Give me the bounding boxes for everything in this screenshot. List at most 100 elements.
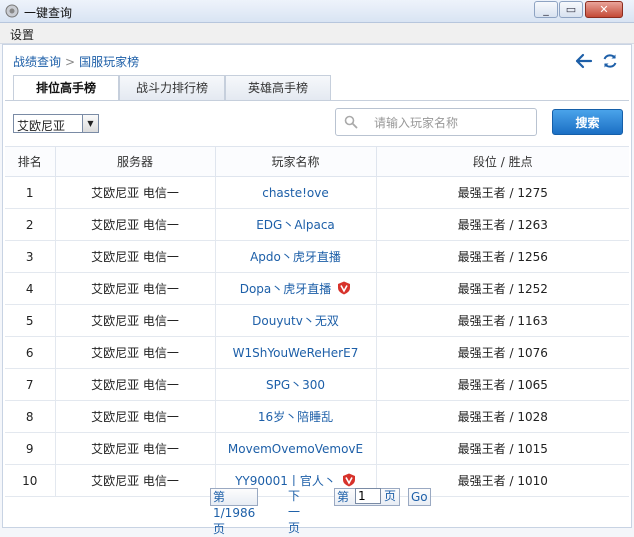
rank-cell-text: 10 bbox=[22, 473, 38, 488]
table-row[interactable]: 8 艾欧尼亚 电信一 16岁丶陪睡乱 最强王者 / 1028 bbox=[5, 400, 629, 433]
rank-cell-text: 9 bbox=[25, 441, 34, 456]
rank-cell: 1 bbox=[5, 176, 56, 209]
rank-cell: 5 bbox=[5, 304, 56, 337]
next-page-link[interactable]: 下一页 bbox=[288, 488, 300, 535]
player-name-cell[interactable]: chaste!ove bbox=[215, 176, 377, 209]
rank-cell-text: 1 bbox=[25, 185, 34, 200]
player-name-cell-text: Apdo丶虎牙直播 bbox=[250, 250, 341, 264]
rank-cell: 4 bbox=[5, 272, 56, 305]
rank-cell: 9 bbox=[5, 432, 56, 465]
rank-cell-text: 4 bbox=[25, 281, 34, 296]
player-name-cell[interactable]: Dopa丶虎牙直播 bbox=[215, 272, 377, 305]
rank-cell: 10 bbox=[5, 464, 56, 497]
table-row[interactable]: 10 艾欧尼亚 电信一 YY90001丨官人丶 最强王者 / 1010 bbox=[5, 464, 629, 497]
player-name-cell-text: SPG丶300 bbox=[265, 378, 326, 392]
server-cell: 艾欧尼亚 电信一 bbox=[55, 336, 216, 369]
server-cell-text: 艾欧尼亚 电信一 bbox=[91, 218, 179, 232]
breadcrumb-parent[interactable]: 战绩查询 bbox=[13, 55, 61, 69]
tier-points-cell-text: 最强王者 / 1252 bbox=[457, 282, 548, 296]
player-name-cell-text: 16岁丶陪睡乱 bbox=[257, 410, 334, 424]
tier-points-cell-text: 最强王者 / 1065 bbox=[457, 378, 548, 392]
menu-bar: 设置 bbox=[0, 23, 634, 44]
title-bar: 一键查询 _ ▭ ✕ bbox=[0, 0, 634, 23]
table-row[interactable]: 7 艾欧尼亚 电信一 SPG丶300 最强王者 / 1065 bbox=[5, 368, 629, 401]
tier-points-cell: 最强王者 / 1256 bbox=[376, 240, 629, 273]
server-cell: 艾欧尼亚 电信一 bbox=[55, 176, 216, 209]
tier-points-cell-text: 最强王者 / 1263 bbox=[457, 218, 548, 232]
player-name-cell-text: Dopa丶虎牙直播 bbox=[239, 282, 332, 296]
back-arrow-icon[interactable] bbox=[575, 53, 593, 69]
maximize-button[interactable]: ▭ bbox=[559, 1, 583, 18]
refresh-icon[interactable] bbox=[602, 53, 618, 69]
search-icon bbox=[344, 115, 358, 129]
tier-points-cell-text: 最强王者 / 1256 bbox=[457, 250, 548, 264]
verified-badge-icon bbox=[338, 281, 351, 295]
player-name-cell[interactable]: W1ShYouWeReHerE7 bbox=[215, 336, 377, 369]
server-cell: 艾欧尼亚 电信一 bbox=[55, 432, 216, 465]
server-cell: 艾欧尼亚 电信一 bbox=[55, 368, 216, 401]
rank-cell-text: 2 bbox=[25, 217, 34, 232]
tab-ranked-masters[interactable]: 排位高手榜 bbox=[13, 75, 119, 101]
table-row[interactable]: 9 艾欧尼亚 电信一 MovemOvemoVemovE 最强王者 / 1015 bbox=[5, 432, 629, 465]
server-cell-text: 艾欧尼亚 电信一 bbox=[91, 250, 179, 264]
player-name-cell-text: Douyutv丶无双 bbox=[252, 314, 339, 328]
minimize-button[interactable]: _ bbox=[534, 1, 558, 18]
player-name-cell[interactable]: 16岁丶陪睡乱 bbox=[215, 400, 377, 433]
header-rank: 排名 bbox=[5, 146, 56, 177]
player-name-cell[interactable]: EDG丶Alpaca bbox=[215, 208, 377, 241]
server-cell-text: 艾欧尼亚 电信一 bbox=[91, 314, 179, 328]
server-cell: 艾欧尼亚 电信一 bbox=[55, 400, 216, 433]
page-number-input[interactable] bbox=[355, 488, 381, 504]
player-name-cell-text: EDG丶Alpaca bbox=[256, 218, 335, 232]
search-button[interactable]: 搜索 bbox=[552, 109, 623, 135]
server-cell: 艾欧尼亚 电信一 bbox=[55, 304, 216, 337]
ranking-table: 排名 服务器 玩家名称 段位 / 胜点 1 艾欧尼亚 电信一 chaste!ove 最… bbox=[5, 146, 629, 497]
page-jump-prefix: 第 bbox=[337, 490, 350, 504]
tab-combat-power[interactable]: 战斗力排行榜 bbox=[119, 75, 225, 100]
player-name-cell-text: MovemOvemoVemovE bbox=[227, 441, 364, 456]
server-cell-text: 艾欧尼亚 电信一 bbox=[91, 282, 179, 296]
tab-divider bbox=[5, 100, 629, 101]
tier-points-cell: 最强王者 / 1252 bbox=[376, 272, 629, 305]
tier-points-cell: 最强王者 / 1076 bbox=[376, 336, 629, 369]
player-name-cell[interactable]: MovemOvemoVemovE bbox=[215, 432, 377, 465]
chevron-down-icon[interactable]: ▼ bbox=[82, 115, 98, 132]
rank-cell-text: 5 bbox=[25, 313, 34, 328]
rank-cell-text: 7 bbox=[25, 377, 34, 392]
main-panel: 战绩查询>国服玩家榜 排位高手榜 战斗力排行榜 英雄高手榜 艾欧尼亚 ▼ 搜索 … bbox=[2, 44, 632, 536]
tier-points-cell: 最强王者 / 1275 bbox=[376, 176, 629, 209]
player-name-cell[interactable]: Apdo丶虎牙直播 bbox=[215, 240, 377, 273]
server-cell-text: 艾欧尼亚 电信一 bbox=[91, 410, 179, 424]
player-name-cell[interactable]: SPG丶300 bbox=[215, 368, 377, 401]
tab-hero-masters[interactable]: 英雄高手榜 bbox=[225, 75, 331, 100]
server-select[interactable]: 艾欧尼亚 ▼ bbox=[13, 114, 99, 133]
close-button[interactable]: ✕ bbox=[585, 1, 623, 18]
table-row[interactable]: 5 艾欧尼亚 电信一 Douyutv丶无双 最强王者 / 1163 bbox=[5, 304, 629, 337]
table-row[interactable]: 2 艾欧尼亚 电信一 EDG丶Alpaca 最强王者 / 1263 bbox=[5, 208, 629, 241]
player-name-cell[interactable]: Douyutv丶无双 bbox=[215, 304, 377, 337]
table-row[interactable]: 6 艾欧尼亚 电信一 W1ShYouWeReHerE7 最强王者 / 1076 bbox=[5, 336, 629, 369]
tier-points-cell: 最强王者 / 1028 bbox=[376, 400, 629, 433]
tier-points-cell-text: 最强王者 / 1028 bbox=[457, 410, 548, 424]
breadcrumb-current: 国服玩家榜 bbox=[79, 55, 140, 69]
table-row[interactable]: 3 艾欧尼亚 电信一 Apdo丶虎牙直播 最强王者 / 1256 bbox=[5, 240, 629, 273]
tier-points-cell-text: 最强王者 / 1076 bbox=[457, 346, 548, 360]
rank-cell-text: 8 bbox=[25, 409, 34, 424]
rank-cell: 3 bbox=[5, 240, 56, 273]
server-cell-text: 艾欧尼亚 电信一 bbox=[91, 378, 179, 392]
app-icon bbox=[5, 4, 19, 18]
player-name-cell-text: chaste!ove bbox=[262, 185, 329, 200]
verified-badge-icon bbox=[342, 473, 355, 487]
server-cell-text: 艾欧尼亚 电信一 bbox=[91, 474, 179, 488]
header-server: 服务器 bbox=[55, 146, 216, 177]
page-info: 第1/1986页 bbox=[210, 488, 259, 536]
tier-points-cell-text: 最强王者 / 1015 bbox=[457, 442, 548, 456]
table-row[interactable]: 1 艾欧尼亚 电信一 chaste!ove 最强王者 / 1275 bbox=[5, 176, 629, 209]
search-input[interactable] bbox=[372, 113, 526, 133]
server-cell-text: 艾欧尼亚 电信一 bbox=[91, 346, 179, 360]
menu-settings[interactable]: 设置 bbox=[10, 26, 34, 43]
rank-cell: 2 bbox=[5, 208, 56, 241]
table-row[interactable]: 4 艾欧尼亚 电信一 Dopa丶虎牙直播 最强王者 / 1252 bbox=[5, 272, 629, 305]
server-cell: 艾欧尼亚 电信一 bbox=[55, 272, 216, 305]
go-button[interactable]: Go bbox=[408, 488, 431, 506]
